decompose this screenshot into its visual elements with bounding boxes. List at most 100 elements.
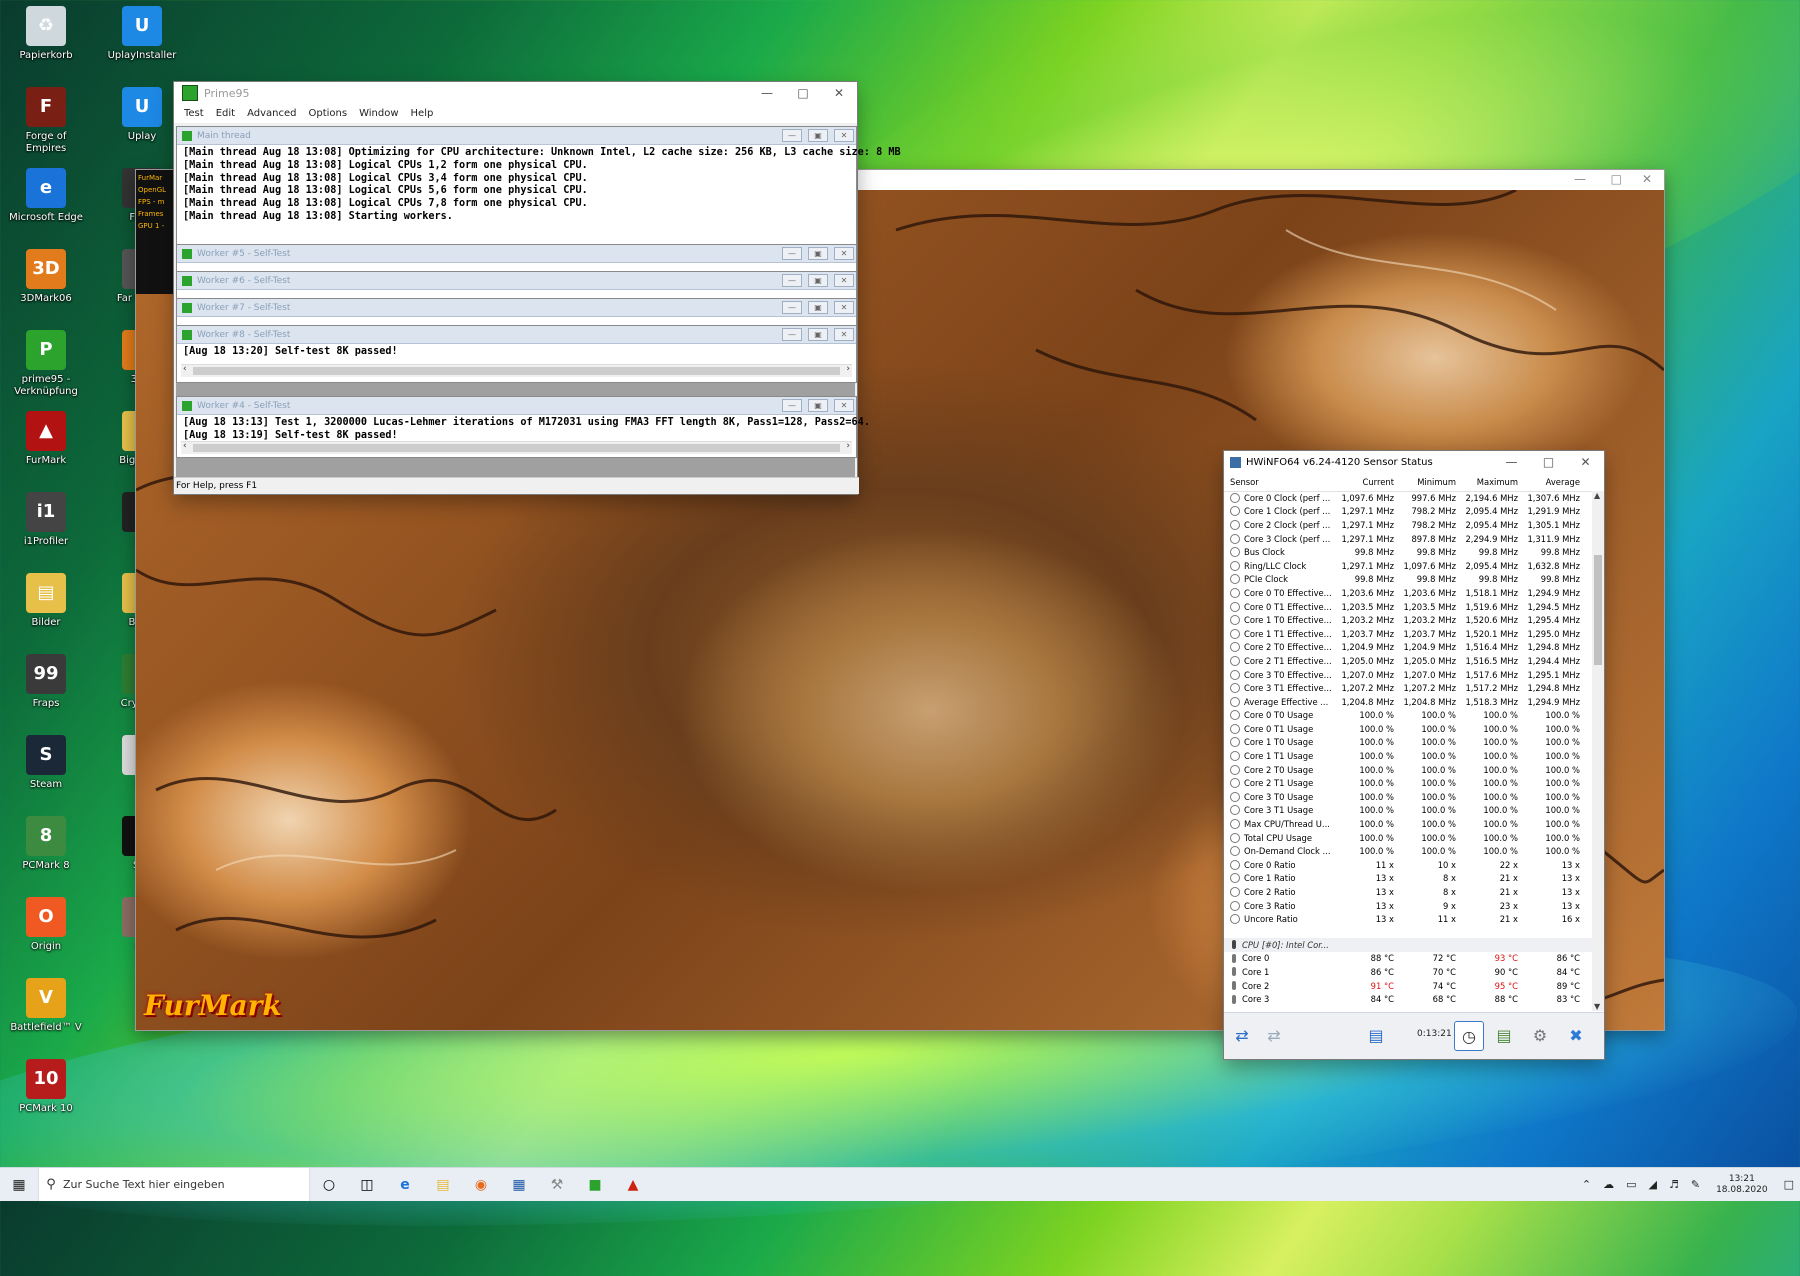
close-icon[interactable]: ✖ bbox=[1562, 1021, 1590, 1049]
arrows-disabled-icon[interactable]: ⇄ bbox=[1260, 1021, 1288, 1049]
minimize-icon[interactable]: — bbox=[782, 129, 802, 142]
child-titlebar[interactable]: Worker #6 - Self-Test — ▣ ✕ bbox=[177, 272, 856, 290]
restore-icon[interactable]: ▣ bbox=[808, 274, 828, 287]
desktop-icon[interactable]: V Battlefield™ V bbox=[6, 978, 86, 1034]
desktop-icon[interactable]: U Uplay bbox=[102, 87, 182, 143]
scroll-right-icon[interactable]: › bbox=[846, 364, 850, 374]
table-row[interactable]: Total CPU Usage 100.0 % 100.0 % 100.0 % 100.… bbox=[1224, 831, 1592, 845]
menu-item-advanced[interactable]: Advanced bbox=[241, 108, 302, 119]
column-header[interactable]: Average bbox=[1522, 477, 1584, 487]
windows-start-icon[interactable]: ▦ bbox=[0, 1168, 38, 1201]
table-row[interactable]: Core 2 Clock (perf ... 1,297.1 MHz 798.2 M… bbox=[1224, 518, 1592, 532]
close-icon[interactable]: ✕ bbox=[834, 301, 854, 314]
volume-icon[interactable]: ♬ bbox=[1663, 1178, 1685, 1191]
worker-window[interactable]: Worker #4 - Self-Test — ▣ ✕ [Aug 18 13:13]… bbox=[176, 396, 870, 458]
table-row[interactable]: Core 2 T0 Usage 100.0 % 100.0 % 100.0 % 100.… bbox=[1224, 763, 1592, 777]
column-header[interactable]: Maximum bbox=[1460, 477, 1522, 487]
restore-icon[interactable]: ▣ bbox=[808, 399, 828, 412]
prime95-window[interactable]: Prime95 — □ ✕ Test Edit Advanced Options Win… bbox=[174, 82, 901, 494]
table-row[interactable]: Core 3 T0 Usage 100.0 % 100.0 % 100.0 % 100.… bbox=[1224, 790, 1592, 804]
close-icon[interactable]: ✕ bbox=[834, 129, 854, 142]
minimize-icon[interactable]: — bbox=[1493, 451, 1530, 473]
table-row[interactable]: PCIe Clock 99.8 MHz 99.8 MHz 99.8 MHz 99.8 M… bbox=[1224, 573, 1592, 587]
table-row[interactable]: Core 1 T1 Usage 100.0 % 100.0 % 100.0 % 100.… bbox=[1224, 749, 1592, 763]
edge-icon[interactable]: e bbox=[386, 1168, 424, 1201]
hwinfo-window[interactable]: HWiNFO64 v6.24-4120 Sensor Status — □ ✕ … bbox=[1224, 451, 1604, 1059]
table-row[interactable]: Core 2 T0 Effective... 1,204.9 MHz 1,204.9… bbox=[1224, 641, 1592, 655]
vertical-scrollbar[interactable]: ▲ ▼ bbox=[1592, 491, 1604, 1011]
table-row[interactable]: Max CPU/Thread U... 100.0 % 100.0 % 100.0 %… bbox=[1224, 817, 1592, 831]
table-row[interactable]: Core 3 84 °C 68 °C 88 °C 83 °C bbox=[1224, 992, 1592, 1006]
group-row[interactable]: CPU [#0]: Intel Cor... bbox=[1224, 938, 1592, 952]
table-row[interactable]: Core 2 Ratio 13 x 8 x 21 x 13 x bbox=[1224, 885, 1592, 899]
desktop-icon[interactable]: ▤ Bilder bbox=[6, 573, 86, 629]
restore-icon[interactable]: ▣ bbox=[808, 301, 828, 314]
file-explorer-icon[interactable]: ▤ bbox=[424, 1168, 462, 1201]
desktop-icon[interactable]: F Forge of Empires bbox=[6, 87, 86, 155]
worker-window[interactable]: Worker #5 - Self-Test — ▣ ✕ bbox=[176, 244, 857, 272]
close-icon[interactable]: ✕ bbox=[834, 328, 854, 341]
table-row[interactable]: Core 0 T1 Usage 100.0 % 100.0 % 100.0 % 100.… bbox=[1224, 722, 1592, 736]
main-thread-window[interactable]: Main thread — ▣ ✕ [Main thread Aug 18 13:0… bbox=[176, 126, 901, 246]
table-row[interactable]: Core 1 T0 Usage 100.0 % 100.0 % 100.0 % 100.… bbox=[1224, 736, 1592, 750]
scroll-left-icon[interactable]: ‹ bbox=[183, 441, 187, 451]
sensor-table[interactable]: Core 0 Clock (perf ... 1,097.6 MHz 997.6 M… bbox=[1224, 491, 1592, 1011]
column-header[interactable]: Sensor bbox=[1224, 477, 1336, 487]
scroll-right-icon[interactable]: › bbox=[846, 441, 850, 451]
close-icon[interactable]: ✕ bbox=[1642, 172, 1652, 186]
table-row[interactable]: Core 3 Ratio 13 x 9 x 23 x 13 x bbox=[1224, 899, 1592, 913]
report-icon[interactable]: ▤ bbox=[1490, 1021, 1518, 1049]
desktop-icon[interactable]: 10 PCMark 10 bbox=[6, 1059, 86, 1115]
restore-icon[interactable]: ▣ bbox=[808, 328, 828, 341]
desktop-icon[interactable]: ♻ Papierkorb bbox=[6, 6, 86, 62]
task-view-icon[interactable]: ◫ bbox=[348, 1168, 386, 1201]
table-row[interactable]: Ring/LLC Clock 1,297.1 MHz 1,097.6 MHz 2,09… bbox=[1224, 559, 1592, 573]
desktop-icon[interactable]: S Steam bbox=[6, 735, 86, 791]
desktop-icon[interactable]: Pprime95 - Verknüpfung bbox=[6, 330, 86, 398]
column-header[interactable]: Current bbox=[1336, 477, 1398, 487]
horizontal-scrollbar[interactable]: ‹ › bbox=[181, 441, 852, 454]
table-row[interactable]: Core 2 T1 Usage 100.0 % 100.0 % 100.0 % 100.… bbox=[1224, 776, 1592, 790]
clock-icon[interactable]: ◷ bbox=[1454, 1021, 1484, 1051]
menu-item-help[interactable]: Help bbox=[405, 108, 440, 119]
gear-icon[interactable]: ⚙ bbox=[1526, 1021, 1554, 1049]
network-icon[interactable]: ◢ bbox=[1643, 1178, 1663, 1191]
table-row[interactable]: Bus Clock 99.8 MHz 99.8 MHz 99.8 MHz 99.8 MH… bbox=[1224, 545, 1592, 559]
menu-item-edit[interactable]: Edit bbox=[210, 108, 241, 119]
minimize-icon[interactable]: — bbox=[782, 274, 802, 287]
table-row[interactable]: Core 3 T1 Effective... 1,207.2 MHz 1,207.2… bbox=[1224, 681, 1592, 695]
table-row[interactable]: Core 2 91 °C 74 °C 95 °C 89 °C bbox=[1224, 979, 1592, 993]
minimize-icon[interactable]: — bbox=[749, 82, 785, 104]
desktop-icon[interactable]: ▲ FurMark bbox=[6, 411, 86, 467]
search-input[interactable]: ⚲ Zur Suche Text hier eingeben bbox=[38, 1168, 310, 1201]
table-row[interactable]: Core 1 Ratio 13 x 8 x 21 x 13 x bbox=[1224, 872, 1592, 886]
desktop-icon[interactable]: e Microsoft Edge bbox=[6, 168, 86, 224]
network-icon[interactable]: ▤ bbox=[1362, 1021, 1390, 1049]
tool-icon[interactable]: ⚒ bbox=[538, 1168, 576, 1201]
maximize-icon[interactable]: □ bbox=[785, 82, 821, 104]
table-row[interactable]: Core 0 Clock (perf ... 1,097.6 MHz 997.6 M… bbox=[1224, 491, 1592, 505]
worker-window[interactable]: Worker #6 - Self-Test — ▣ ✕ bbox=[176, 271, 857, 299]
close-icon[interactable]: ✕ bbox=[834, 247, 854, 260]
desktop-icon[interactable]: 3D 3DMark06 bbox=[6, 249, 86, 305]
table-row[interactable]: Core 0 T1 Effective... 1,203.5 MHz 1,203.5… bbox=[1224, 600, 1592, 614]
minimize-icon[interactable]: — bbox=[782, 399, 802, 412]
close-icon[interactable]: ✕ bbox=[1567, 451, 1604, 473]
minimize-icon[interactable]: — bbox=[1574, 172, 1586, 186]
desktop-icon[interactable]: O Origin bbox=[6, 897, 86, 953]
scroll-thumb[interactable] bbox=[193, 367, 840, 375]
table-row[interactable]: Core 3 T0 Effective... 1,207.0 MHz 1,207.0… bbox=[1224, 668, 1592, 682]
chevron-up-icon[interactable]: ⌃ bbox=[1576, 1178, 1597, 1191]
desktop-icon[interactable]: i1 i1Profiler bbox=[6, 492, 86, 548]
table-row[interactable]: Core 2 T1 Effective... 1,205.0 MHz 1,205.0… bbox=[1224, 654, 1592, 668]
worker-window[interactable]: Worker #7 - Self-Test — ▣ ✕ bbox=[176, 298, 857, 326]
table-row[interactable]: Average Effective ... 1,204.8 MHz 1,204.8 … bbox=[1224, 695, 1592, 709]
minimize-icon[interactable]: — bbox=[782, 328, 802, 341]
minimize-icon[interactable]: — bbox=[782, 301, 802, 314]
child-titlebar[interactable]: Worker #7 - Self-Test — ▣ ✕ bbox=[177, 299, 856, 317]
child-titlebar[interactable]: Worker #4 - Self-Test — ▣ ✕ bbox=[177, 397, 856, 415]
child-titlebar[interactable]: Worker #8 - Self-Test — ▣ ✕ bbox=[177, 326, 856, 344]
prime95-taskbar-icon[interactable]: ■ bbox=[576, 1168, 614, 1201]
desktop-icon[interactable]: 8 PCMark 8 bbox=[6, 816, 86, 872]
desktop-icon[interactable]: 99 Fraps bbox=[6, 654, 86, 710]
